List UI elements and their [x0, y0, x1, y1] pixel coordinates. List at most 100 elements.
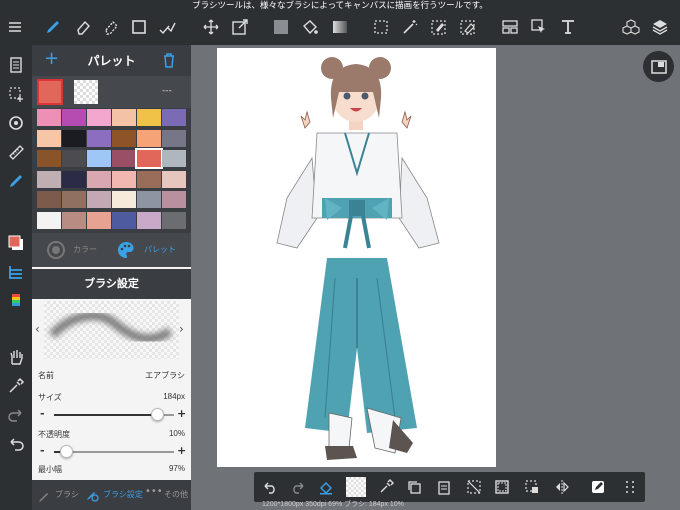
- select-all-icon[interactable]: [492, 477, 512, 497]
- palette-swatch[interactable]: [62, 109, 86, 126]
- blur-eraser-icon[interactable]: [100, 16, 122, 38]
- transparent-color-button[interactable]: [346, 477, 366, 497]
- palette-swatch[interactable]: [87, 191, 111, 208]
- trash-icon[interactable]: [162, 52, 176, 72]
- palette-swatch[interactable]: [162, 129, 186, 147]
- color-swatch-icon[interactable]: [4, 231, 28, 255]
- palette-swatch[interactable]: [162, 109, 186, 126]
- layer-list-icon[interactable]: [4, 260, 28, 284]
- deselect-icon[interactable]: [464, 477, 484, 497]
- tab-palette[interactable]: パレット: [144, 244, 176, 255]
- palette-swatch[interactable]: [62, 170, 86, 188]
- palette-swatch[interactable]: [162, 191, 186, 208]
- brush-panel-icon[interactable]: [4, 169, 28, 193]
- palette-swatch[interactable]: [62, 211, 86, 229]
- eraser-tool-icon[interactable]: [72, 16, 94, 38]
- palette-swatch[interactable]: [87, 109, 111, 126]
- tab-brush[interactable]: ブラシ: [55, 489, 79, 500]
- palette-swatch[interactable]: [87, 170, 111, 188]
- menu-icon[interactable]: [4, 16, 26, 38]
- copy-icon[interactable]: [404, 477, 424, 497]
- eyedropper-icon[interactable]: [4, 374, 28, 398]
- brush-settings-footer-icon[interactable]: [85, 487, 99, 506]
- chevron-right-icon[interactable]: ›: [179, 322, 184, 336]
- flip-horizontal-icon[interactable]: [552, 477, 572, 497]
- palette-swatch[interactable]: [87, 129, 111, 147]
- chevron-left-icon[interactable]: ‹: [35, 322, 40, 336]
- edit-layer-icon[interactable]: [588, 477, 608, 497]
- palette-swatch[interactable]: [87, 211, 111, 229]
- transform-tool-icon[interactable]: [229, 16, 251, 38]
- bucket-tool-icon[interactable]: [299, 16, 321, 38]
- gradient-tool-icon[interactable]: [329, 16, 351, 38]
- magic-wand-icon[interactable]: [399, 16, 421, 38]
- palette-swatch[interactable]: [137, 191, 161, 208]
- redo-bottom-icon[interactable]: [288, 477, 308, 497]
- size-slider-knob[interactable]: [150, 408, 164, 421]
- color-palette-icon[interactable]: [4, 289, 28, 313]
- palette-swatch[interactable]: [37, 129, 61, 147]
- hand-tool-icon[interactable]: [4, 345, 28, 369]
- palette-swatch[interactable]: [112, 109, 136, 126]
- operation-tool-icon[interactable]: [528, 16, 550, 38]
- eyedropper-bottom-icon[interactable]: [376, 477, 396, 497]
- palette-swatch[interactable]: [87, 150, 111, 167]
- new-file-icon[interactable]: [4, 53, 28, 77]
- brush-tool-icon[interactable]: [42, 16, 64, 38]
- tab-brush-settings[interactable]: ブラシ設定: [103, 489, 143, 500]
- palette-swatch[interactable]: [112, 191, 136, 208]
- rotate-canvas-icon[interactable]: [4, 111, 28, 135]
- undo-icon[interactable]: [4, 432, 28, 456]
- palette-swatch[interactable]: [137, 211, 161, 229]
- palette-swatch[interactable]: [162, 150, 186, 167]
- move-tool-icon[interactable]: [200, 16, 222, 38]
- undo-bottom-icon[interactable]: [260, 477, 280, 497]
- current-color-swatch[interactable]: [37, 79, 63, 105]
- palette-swatch[interactable]: [62, 129, 86, 147]
- palette-swatch[interactable]: [37, 211, 61, 229]
- tab-color[interactable]: カラー: [73, 244, 97, 255]
- select-rect-icon[interactable]: [370, 16, 392, 38]
- fit-view-button[interactable]: [643, 51, 674, 82]
- palette-swatch[interactable]: [137, 170, 161, 188]
- correction-pen-icon[interactable]: [156, 16, 178, 38]
- size-plus-button[interactable]: +: [177, 407, 186, 420]
- materials-icon[interactable]: [620, 16, 642, 38]
- palette-swatch[interactable]: [37, 191, 61, 208]
- palette-swatch[interactable]: [62, 191, 86, 208]
- transparent-swatch[interactable]: [74, 80, 98, 104]
- selection-menu-icon[interactable]: [4, 82, 28, 106]
- palette-swatch[interactable]: [162, 211, 186, 229]
- more-icon[interactable]: •••: [145, 486, 163, 497]
- brush-footer-icon[interactable]: [38, 488, 50, 507]
- palette-swatch[interactable]: [112, 150, 136, 167]
- select-eraser-icon[interactable]: [457, 16, 479, 38]
- bucket-bottom-icon[interactable]: [316, 477, 336, 497]
- shape-tool-icon[interactable]: [128, 16, 150, 38]
- palette-swatch[interactable]: [37, 109, 61, 126]
- text-tool-icon[interactable]: [557, 16, 579, 38]
- drawing-canvas[interactable]: [217, 48, 496, 467]
- palette-swatch[interactable]: [112, 211, 136, 229]
- palette-swatch[interactable]: [37, 150, 61, 167]
- palette-tab-icon[interactable]: [116, 240, 136, 264]
- redo-icon[interactable]: [4, 403, 28, 427]
- palette-swatch[interactable]: [62, 150, 86, 167]
- color-tab-icon[interactable]: [47, 241, 65, 259]
- paste-icon[interactable]: [434, 477, 454, 497]
- select-pen-icon[interactable]: [428, 16, 450, 38]
- size-minus-button[interactable]: -: [40, 407, 45, 420]
- grid-menu-icon[interactable]: [620, 477, 640, 497]
- palette-swatch[interactable]: [135, 148, 163, 169]
- ruler-icon[interactable]: [4, 140, 28, 164]
- opacity-slider-knob[interactable]: [59, 445, 73, 458]
- tab-other[interactable]: その他: [164, 489, 188, 500]
- opacity-minus-button[interactable]: -: [40, 444, 45, 457]
- fill-color-icon[interactable]: [270, 16, 292, 38]
- frame-divider-icon[interactable]: [499, 16, 521, 38]
- palette-swatch[interactable]: [162, 170, 186, 188]
- palette-swatch[interactable]: [112, 129, 136, 147]
- palette-swatch[interactable]: [137, 129, 161, 147]
- invert-selection-icon[interactable]: [522, 477, 542, 497]
- layers-icon[interactable]: [649, 16, 671, 38]
